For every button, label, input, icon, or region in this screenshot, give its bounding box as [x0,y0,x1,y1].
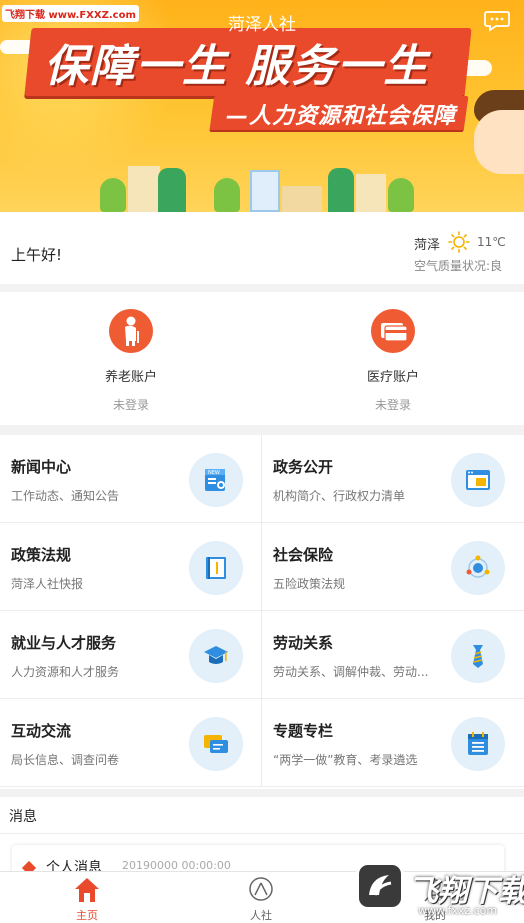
tab-home[interactable]: 主页 [0,872,174,923]
tab-hrss[interactable]: 人社 [174,872,348,923]
service-subtitle: 劳动关系、调解仲裁、劳动... [273,665,429,679]
watermark-url: www.fxxz.com [418,904,498,917]
calendar-list-icon [451,717,505,771]
building-decoration [250,170,280,212]
service-interaction[interactable]: 互动交流 局长信息、调查问卷 [0,699,262,787]
tie-icon [451,629,505,683]
weather-city: 菏泽 [414,238,441,253]
graduation-cap-icon [189,629,243,683]
service-title: 专题专栏 [273,722,334,740]
tab-hrss-label: 人社 [250,909,272,922]
pension-account-label: 养老账户 [104,370,157,385]
pension-account-status: 未登录 [112,398,149,412]
service-employment[interactable]: 就业与人才服务 人力资源和人才服务 [0,611,262,699]
service-title: 互动交流 [11,722,72,740]
tree-decoration [214,178,240,212]
book-icon [189,541,243,595]
chat-bubbles-icon [189,717,243,771]
medical-account-status: 未登录 [374,398,411,412]
service-labor-relations[interactable]: 劳动关系 劳动关系、调解仲裁、劳动... [262,611,524,699]
greeting-text: 上午好! [11,246,63,264]
person-icon [249,877,273,901]
message-icon[interactable] [484,10,510,32]
svg-text:NEW: NEW [208,470,220,476]
watermark-top: 飞翔下载 www.FXXZ.com [2,5,139,22]
air-quality: 空气质量状况:良 [414,259,503,273]
elderly-icon [109,309,153,353]
service-subtitle: 局长信息、调查问卷 [11,753,120,767]
sun-icon [448,231,470,253]
network-icon [451,541,505,595]
divider [0,833,524,834]
building-decoration [158,168,186,212]
medical-account[interactable]: 医疗账户 未登录 [262,292,524,425]
app-screen: 保障一生 服务一生 —人力资源和社会保障 菏泽人社 飞翔下载 www.FXXZ.… [0,0,524,923]
watermark-bottom: 飞翔下载 www.fxxz.com [356,858,524,923]
service-title: 政务公开 [273,458,334,476]
greeting-bar: 上午好! 菏泽 11℃ 空气质量状况:良 [0,212,524,284]
service-title: 新闻中心 [11,458,72,476]
browser-icon [451,453,505,507]
service-title: 劳动关系 [273,634,334,652]
home-icon [75,878,99,902]
service-subtitle: 菏泽人社快报 [11,577,84,591]
building-decoration [356,174,386,212]
account-panel: 养老账户 未登录 医疗账户 未登录 [0,292,524,425]
service-policy[interactable]: 政策法规 菏泽人社快报 [0,523,262,611]
service-special-topics[interactable]: 专题专栏 “两学一做”教育、考录遴选 [262,699,524,787]
tab-home-label: 主页 [76,909,98,922]
banner-subtitle: —人力资源和社会保障 [226,104,457,129]
service-news-center[interactable]: 新闻中心 工作动态、通知公告 NEW [0,435,262,523]
tree-decoration [100,178,126,212]
service-subtitle: 人力资源和人才服务 [11,665,120,679]
service-gov-affairs[interactable]: 政务公开 机构简介、行政权力清单 [262,435,524,523]
banner-slogan: 保障一生 服务一生 [44,41,430,92]
fxxz-logo-icon [356,862,404,910]
service-grid: 新闻中心 工作动态、通知公告 NEW 政务公开 机构简介、行政权力清单 政策法规… [0,435,524,789]
character-face [474,110,524,174]
service-subtitle: 工作动态、通知公告 [11,489,120,503]
tree-decoration [388,178,414,212]
news-icon: NEW [189,453,243,507]
banner[interactable]: 保障一生 服务一生 —人力资源和社会保障 菏泽人社 飞翔下载 www.FXXZ.… [0,0,524,212]
weather-temperature: 11℃ [477,235,506,249]
medical-card-icon [371,309,415,353]
building-decoration [328,168,354,212]
message-header: 消息 [9,809,37,825]
service-title: 社会保险 [273,546,334,564]
building-decoration [282,186,322,212]
service-title: 政策法规 [11,546,72,564]
service-subtitle: 机构简介、行政权力清单 [273,489,406,503]
medical-account-label: 医疗账户 [366,370,419,385]
service-subtitle: “两学一做”教育、考录遴选 [273,753,418,767]
service-social-insurance[interactable]: 社会保险 五险政策法规 [262,523,524,611]
pension-account[interactable]: 养老账户 未登录 [0,292,262,425]
service-title: 就业与人才服务 [11,634,117,652]
building-decoration [128,166,160,212]
service-subtitle: 五险政策法规 [273,577,346,591]
